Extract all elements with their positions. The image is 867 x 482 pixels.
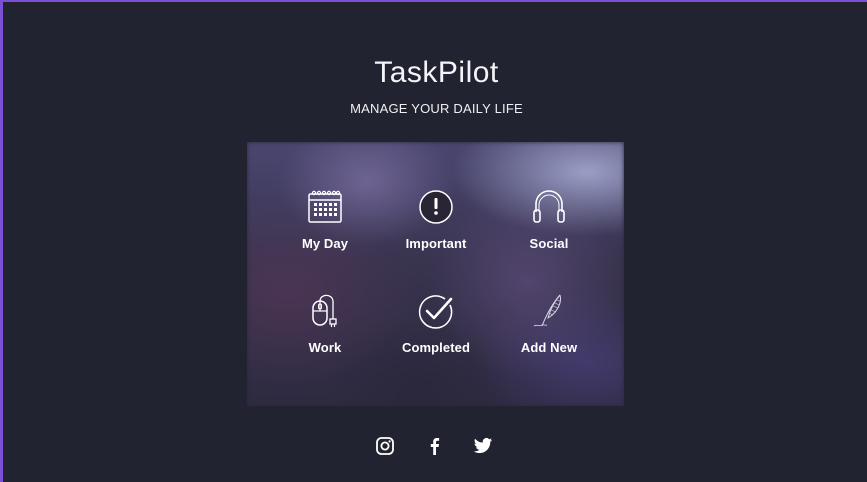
- tile-label: Important: [405, 236, 467, 251]
- tile-work[interactable]: Work: [270, 292, 380, 372]
- tile-important[interactable]: Important: [381, 188, 491, 268]
- social-links: [3, 436, 867, 460]
- checkmark-icon: [381, 292, 491, 332]
- tile-label: Add New: [520, 340, 578, 355]
- feather-pen-icon: [494, 292, 604, 332]
- tile-my-day[interactable]: My Day: [270, 188, 380, 268]
- tile-completed[interactable]: Completed: [381, 292, 491, 372]
- tile-label: Work: [308, 340, 342, 355]
- tile-label: Social: [529, 236, 569, 251]
- app-frame: TaskPilot MANAGE YOUR DAILY LIFE My Day …: [0, 0, 867, 482]
- instagram-link[interactable]: [375, 436, 397, 458]
- menu-panel: My Day Important Social Work Completed A…: [247, 142, 624, 406]
- facebook-icon: [430, 438, 440, 455]
- facebook-link[interactable]: [425, 436, 447, 458]
- app-title: TaskPilot: [374, 56, 499, 89]
- app-subtitle: MANAGE YOUR DAILY LIFE: [350, 101, 523, 116]
- exclamation-icon: [381, 188, 491, 228]
- twitter-link[interactable]: [473, 436, 495, 458]
- headphones-icon: [494, 188, 604, 228]
- tile-label: Completed: [401, 340, 471, 355]
- computer-mouse-icon: [270, 292, 380, 332]
- instagram-icon: [376, 437, 394, 455]
- calendar-icon: [270, 188, 380, 228]
- tile-social[interactable]: Social: [494, 188, 604, 268]
- tile-label: My Day: [301, 236, 349, 251]
- tile-add-new[interactable]: Add New: [494, 292, 604, 372]
- twitter-icon: [473, 438, 493, 454]
